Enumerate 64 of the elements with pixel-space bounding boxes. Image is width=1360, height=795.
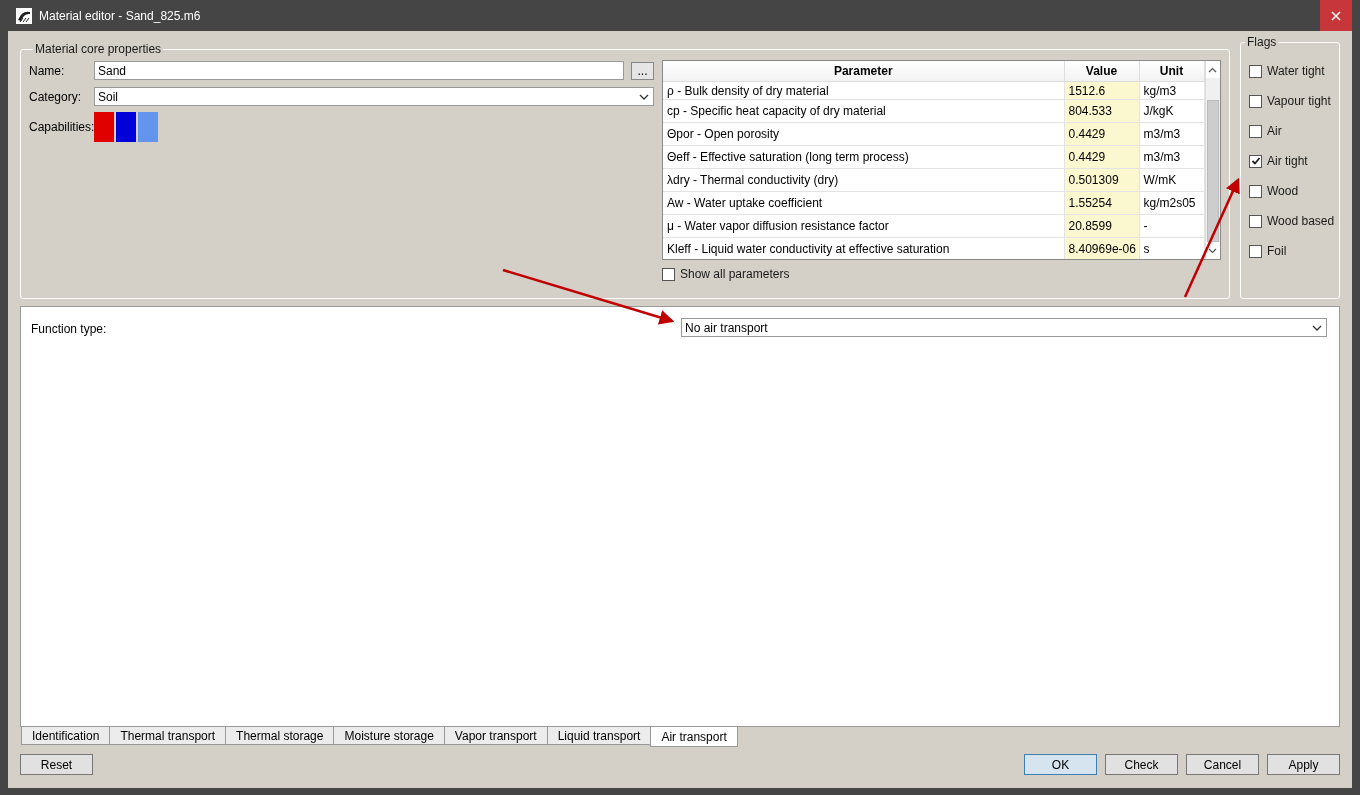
app-logo-icon — [16, 7, 32, 24]
dialog-button[interactable]: Apply — [1267, 754, 1340, 775]
reset-button[interactable]: Reset — [20, 754, 93, 775]
checkbox-label: Air — [1267, 124, 1282, 138]
checkbox-label: Air tight — [1267, 154, 1308, 168]
column-header[interactable]: Unit — [1139, 61, 1204, 82]
window-title: Material editor - Sand_825.m6 — [39, 8, 202, 23]
tab[interactable]: Thermal storage — [225, 727, 335, 745]
field-label: Capabilities: — [29, 120, 94, 134]
field-label: Category: — [29, 89, 83, 104]
table-cell: m3/m3 — [1139, 122, 1204, 146]
table-cell: W/mK — [1139, 168, 1204, 192]
tab[interactable]: Thermal transport — [109, 727, 227, 745]
table-cell: m3/m3 — [1139, 145, 1204, 169]
checkbox[interactable] — [1249, 184, 1262, 198]
field-label: Function type: — [31, 322, 108, 336]
column-header[interactable]: Parameter — [663, 61, 1064, 82]
table-cell: kg/m3 — [1139, 81, 1204, 100]
table-cell: Θeff - Effective saturation (long term process) — [663, 145, 1064, 169]
function-type-dropdown[interactable]: No air transport — [681, 318, 1327, 337]
checkbox[interactable] — [1249, 94, 1262, 108]
checkbox[interactable] — [1249, 244, 1262, 258]
table-cell: ρ - Bulk density of dry material — [663, 81, 1064, 100]
scrollbar-thumb[interactable] — [1206, 100, 1219, 242]
checkbox-label: Wood based — [1267, 214, 1335, 228]
checkbox[interactable] — [1249, 154, 1262, 168]
checkbox-label: Show all parameters — [680, 267, 790, 281]
table-cell: s — [1139, 237, 1204, 259]
table-cell: Θpor - Open porosity — [663, 122, 1064, 146]
table-cell: - — [1139, 214, 1204, 238]
tab[interactable]: Vapor transport — [443, 727, 548, 745]
table-cell: J/kgK — [1139, 99, 1204, 123]
table-cell: kg/m2s05 — [1139, 191, 1204, 215]
field-label: Name: — [29, 63, 66, 78]
tab[interactable]: Air transport — [650, 727, 738, 747]
close-button[interactable] — [1320, 0, 1352, 31]
checkbox-label: Vapour tight — [1267, 94, 1331, 108]
category-dropdown[interactable]: Soil — [94, 87, 654, 106]
group-title: Flags — [1245, 35, 1279, 49]
table-cell: cp - Specific heat capacity of dry material — [663, 99, 1064, 123]
checkbox[interactable] — [662, 267, 675, 281]
table-cell: Kleff - Liquid water conductivity at effective saturation — [663, 237, 1064, 259]
dialog-button[interactable]: OK — [1024, 754, 1097, 775]
dialog-button[interactable]: Check — [1105, 754, 1178, 775]
browse-button[interactable]: ... — [631, 61, 654, 80]
scroll-down-icon[interactable] — [1208, 247, 1218, 254]
tab[interactable]: Liquid transport — [546, 727, 652, 745]
checkbox[interactable] — [1249, 64, 1262, 78]
close-icon[interactable] — [1331, 10, 1341, 21]
checkbox[interactable] — [1249, 214, 1262, 228]
checkbox-label: Foil — [1267, 244, 1287, 258]
group-title: Material core properties — [34, 42, 163, 56]
table-cell: μ - Water vapor diffusion resistance factor — [663, 214, 1064, 238]
checkbox-label: Wood — [1267, 184, 1299, 198]
tab[interactable]: Identification — [21, 727, 111, 745]
checkbox-label: Water tight — [1267, 64, 1325, 78]
dialog-button[interactable]: Cancel — [1186, 754, 1259, 775]
table-cell: λdry - Thermal conductivity (dry) — [663, 168, 1064, 192]
table-cell: Aw - Water uptake coefficient — [663, 191, 1064, 215]
name-field[interactable]: Sand — [94, 61, 624, 80]
scroll-up-icon[interactable] — [1208, 66, 1218, 73]
tab[interactable]: Moisture storage — [333, 727, 445, 745]
column-header[interactable]: Value — [1064, 61, 1139, 82]
checkbox[interactable] — [1249, 124, 1262, 138]
